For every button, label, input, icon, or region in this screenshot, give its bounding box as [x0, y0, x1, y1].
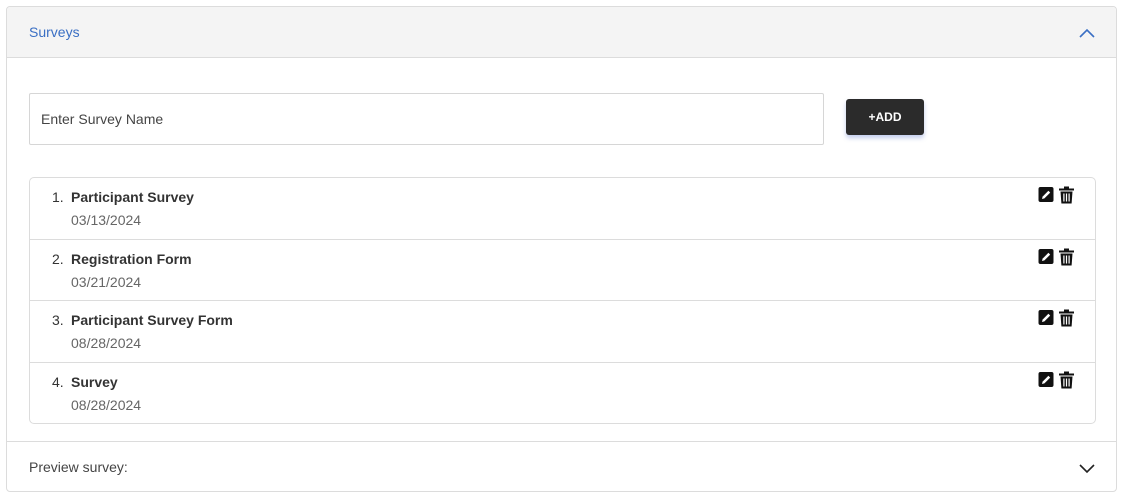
surveys-panel: Surveys +ADD 1. Participant Survey 03/13…	[6, 6, 1117, 492]
add-survey-button[interactable]: +ADD	[846, 99, 924, 135]
list-item: 1. Participant Survey 03/13/2024	[30, 178, 1095, 240]
survey-date: 08/28/2024	[71, 335, 142, 351]
chevron-down-icon[interactable]	[1077, 461, 1097, 475]
list-item: 3. Participant Survey Form 08/28/2024	[30, 301, 1095, 363]
trash-icon[interactable]	[1058, 309, 1075, 327]
edit-icon[interactable]	[1038, 248, 1055, 266]
trash-icon[interactable]	[1058, 248, 1075, 266]
survey-name: Survey	[71, 373, 118, 390]
survey-name: Registration Form	[71, 250, 192, 267]
chevron-up-icon[interactable]	[1077, 26, 1097, 40]
survey-name: Participant Survey	[71, 189, 194, 205]
item-number: 2.	[52, 250, 64, 267]
list-item: 2. Registration Form 03/21/2024	[30, 240, 1095, 301]
preview-survey-row[interactable]: Preview survey:	[7, 441, 1116, 492]
survey-name-input[interactable]	[29, 93, 824, 145]
preview-survey-label: Preview survey:	[29, 459, 128, 475]
edit-icon[interactable]	[1038, 186, 1055, 204]
trash-icon[interactable]	[1058, 186, 1075, 204]
item-number: 1.	[52, 189, 64, 205]
survey-date: 08/28/2024	[71, 396, 142, 413]
survey-list: 1. Participant Survey 03/13/2024 2. Regi…	[29, 177, 1096, 424]
survey-name: Participant Survey Form	[71, 312, 233, 328]
item-number: 3.	[52, 312, 64, 328]
panel-title: Surveys	[29, 24, 80, 40]
survey-date: 03/13/2024	[71, 212, 142, 228]
trash-icon[interactable]	[1058, 371, 1075, 389]
edit-icon[interactable]	[1038, 371, 1055, 389]
list-item: 4. Survey 08/28/2024	[30, 363, 1095, 424]
edit-icon[interactable]	[1038, 309, 1055, 327]
surveys-panel-header[interactable]: Surveys	[7, 7, 1116, 58]
survey-date: 03/21/2024	[71, 273, 142, 290]
item-number: 4.	[52, 373, 64, 390]
